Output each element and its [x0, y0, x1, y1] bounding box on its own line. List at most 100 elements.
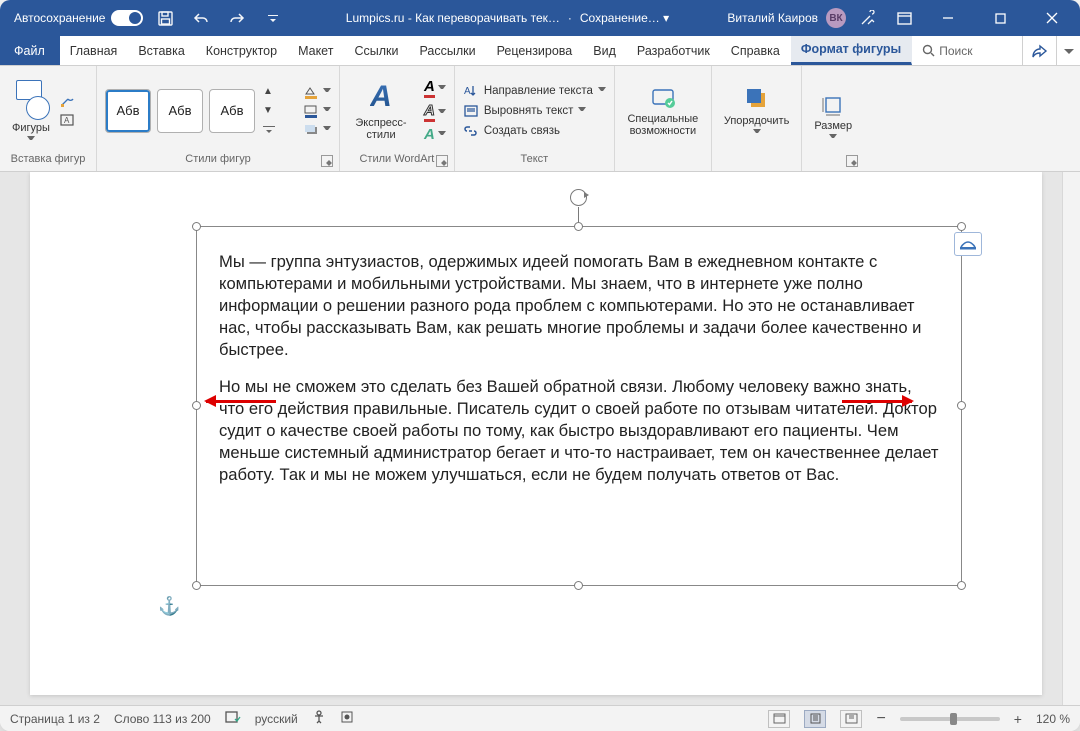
- share-button[interactable]: [1022, 36, 1056, 65]
- textbox-button[interactable]: A: [60, 112, 88, 128]
- collapse-ribbon-icon[interactable]: [1056, 36, 1080, 65]
- resize-handle[interactable]: [957, 222, 966, 231]
- tab-developer[interactable]: Разработчик: [627, 36, 721, 65]
- size-button[interactable]: Размер: [810, 90, 856, 143]
- close-button[interactable]: [1030, 0, 1074, 36]
- zoom-slider[interactable]: [900, 717, 1000, 721]
- size-icon: [820, 92, 846, 118]
- group-accessibility: Специальные возможности: [615, 66, 712, 171]
- dialog-launcher-icon[interactable]: [846, 155, 858, 167]
- tab-review[interactable]: Рецензирова: [487, 36, 584, 65]
- avatar[interactable]: ВК: [826, 8, 846, 28]
- saving-status[interactable]: Сохранение… ▾: [580, 11, 669, 25]
- tab-layout[interactable]: Макет: [288, 36, 344, 65]
- status-words[interactable]: Слово 113 из 200: [114, 712, 211, 726]
- styles-more-icon[interactable]: [263, 122, 291, 138]
- accessibility-label: Специальные возможности: [627, 113, 699, 137]
- shapes-label: Фигуры: [12, 122, 50, 134]
- app-window: Автосохранение Lumpics.ru - Как перевора…: [0, 0, 1080, 731]
- text-outline-button[interactable]: A: [424, 102, 446, 122]
- view-print-button[interactable]: [804, 710, 826, 728]
- wordart-icon: A: [370, 80, 392, 114]
- resize-handle[interactable]: [957, 581, 966, 590]
- group-wordart: A Экспресс-стили A A A Стили WordArt: [340, 66, 455, 171]
- align-text-label: Выровнять текст: [484, 105, 574, 117]
- zoom-in-button[interactable]: +: [1014, 711, 1022, 727]
- dialog-launcher-icon[interactable]: [321, 155, 333, 167]
- tab-home[interactable]: Главная: [60, 36, 129, 65]
- tab-design[interactable]: Конструктор: [196, 36, 288, 65]
- resize-handle[interactable]: [192, 222, 201, 231]
- user-name[interactable]: Виталий Каиров: [727, 11, 818, 25]
- link-icon: [463, 123, 479, 139]
- status-page[interactable]: Страница 1 из 2: [10, 712, 100, 726]
- tab-view[interactable]: Вид: [583, 36, 627, 65]
- ribbon-mode-icon[interactable]: [890, 12, 918, 25]
- styles-down-icon[interactable]: ▼: [263, 103, 291, 119]
- tab-mailings[interactable]: Рассылки: [409, 36, 486, 65]
- autosave-toggle[interactable]: Автосохранение: [14, 10, 143, 26]
- vertical-scrollbar[interactable]: [1062, 172, 1080, 705]
- spellcheck-icon[interactable]: [225, 710, 241, 727]
- create-link-label: Создать связь: [484, 125, 560, 137]
- zoom-level[interactable]: 120 %: [1036, 712, 1070, 726]
- align-text-button[interactable]: Выровнять текст: [463, 103, 606, 119]
- resize-handle[interactable]: [957, 401, 966, 410]
- view-web-button[interactable]: [840, 710, 862, 728]
- shape-style-3[interactable]: Абв: [209, 89, 255, 133]
- textbox-shape[interactable]: Мы — группа энтузиастов, одержимых идеей…: [196, 226, 962, 586]
- tab-file[interactable]: Файл: [0, 36, 60, 65]
- undo-icon[interactable]: [187, 11, 215, 25]
- shape-style-2[interactable]: Абв: [157, 89, 203, 133]
- text-fill-button[interactable]: A: [424, 78, 446, 98]
- resize-handle[interactable]: [574, 222, 583, 231]
- search-button[interactable]: Поиск: [912, 36, 982, 65]
- group-label-shapes: Вставка фигур: [8, 151, 88, 169]
- tab-references[interactable]: Ссылки: [344, 36, 409, 65]
- tab-shape-format[interactable]: Формат фигуры: [791, 36, 912, 65]
- toggle-switch-icon: [111, 10, 143, 26]
- text-effects-button[interactable]: A: [424, 126, 446, 143]
- statusbar: Страница 1 из 2 Слово 113 из 200 русский…: [0, 705, 1080, 731]
- qat-more-icon[interactable]: [259, 13, 287, 23]
- macro-record-icon[interactable]: [340, 710, 354, 727]
- edit-shape-button[interactable]: [60, 93, 88, 109]
- accessibility-status-icon[interactable]: [312, 710, 326, 727]
- tab-insert[interactable]: Вставка: [128, 36, 195, 65]
- alt-text-button[interactable]: Специальные возможности: [623, 83, 703, 139]
- minimize-button[interactable]: [926, 0, 970, 36]
- align-text-icon: [463, 103, 479, 119]
- layout-options-button[interactable]: [954, 232, 982, 256]
- group-size: Размер: [802, 66, 864, 171]
- resize-handle[interactable]: [574, 581, 583, 590]
- tools-icon[interactable]: [854, 10, 882, 26]
- page: Мы — группа энтузиастов, одержимых идеей…: [30, 172, 1042, 695]
- create-link-button[interactable]: Создать связь: [463, 123, 606, 139]
- textbox-content[interactable]: Мы — группа энтузиастов, одержимых идеей…: [197, 227, 961, 512]
- resize-handle[interactable]: [192, 401, 201, 410]
- styles-up-icon[interactable]: ▲: [263, 84, 291, 100]
- arrange-icon: [743, 85, 771, 113]
- shapes-gallery[interactable]: Фигуры: [8, 76, 54, 145]
- document-area[interactable]: Мы — группа энтузиастов, одержимых идеей…: [0, 172, 1080, 705]
- save-icon[interactable]: [151, 11, 179, 26]
- rotate-handle[interactable]: [570, 189, 587, 206]
- shape-fill-button[interactable]: [303, 84, 331, 100]
- dialog-launcher-icon[interactable]: [436, 155, 448, 167]
- zoom-out-button[interactable]: −: [876, 710, 885, 728]
- view-focus-button[interactable]: [768, 710, 790, 728]
- status-language[interactable]: русский: [255, 712, 298, 726]
- shapes-icon: [12, 78, 50, 120]
- shape-outline-button[interactable]: [303, 103, 331, 119]
- arrange-button[interactable]: Упорядочить: [720, 83, 793, 138]
- shape-effects-button[interactable]: [303, 122, 331, 138]
- redo-icon[interactable]: [223, 11, 251, 25]
- text-direction-button[interactable]: AНаправление текста: [463, 83, 606, 99]
- shape-style-1[interactable]: Абв: [105, 89, 151, 133]
- resize-handle[interactable]: [192, 581, 201, 590]
- paragraph: Но мы не сможем это сделать без Вашей об…: [219, 376, 939, 485]
- maximize-button[interactable]: [978, 0, 1022, 36]
- anchor-icon[interactable]: ⚓: [158, 596, 180, 617]
- wordart-gallery[interactable]: A Экспресс-стили: [348, 78, 414, 143]
- tab-help[interactable]: Справка: [721, 36, 791, 65]
